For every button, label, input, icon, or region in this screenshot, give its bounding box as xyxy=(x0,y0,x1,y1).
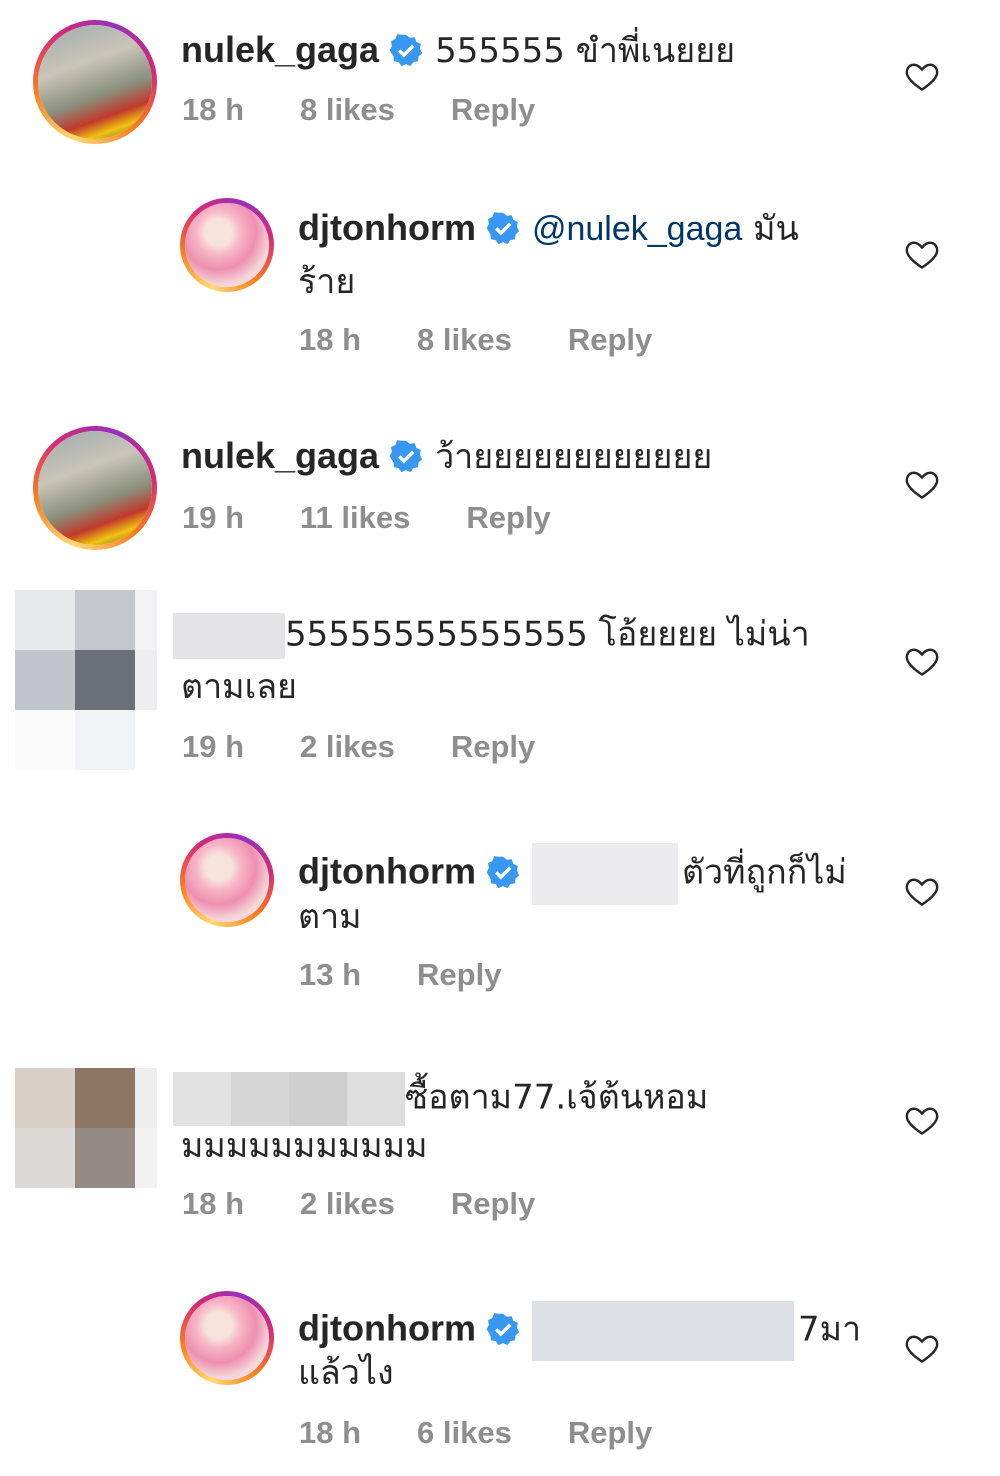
redacted-mention[interactable] xyxy=(531,843,678,905)
heart-outline-icon[interactable] xyxy=(904,1102,940,1138)
reply-button[interactable]: Reply xyxy=(451,92,535,128)
username[interactable]: nulek_gaga xyxy=(181,29,379,70)
heart-outline-icon[interactable] xyxy=(904,236,940,272)
like-count[interactable]: 6 likes xyxy=(417,1415,512,1451)
comment-text: ซื้อตาม77.เจ้ต้นหอม xyxy=(173,1072,708,1126)
verified-badge-icon xyxy=(389,440,423,473)
heart-outline-icon[interactable] xyxy=(904,1330,940,1366)
comment-3: nulek_gaga ว้ายยยยยยยยยยยย 19 h 11 likes Re… xyxy=(0,410,1000,570)
comment-body: 55555555555555 โอ้ยยยย ไม่น่า xyxy=(285,614,810,655)
comment-text-cont: ร้าย xyxy=(298,262,356,302)
comment-meta: 19 h 2 likes Reply xyxy=(182,729,591,765)
comment-text-cont: ตามเลย xyxy=(181,667,297,707)
verified-badge-icon xyxy=(389,34,423,67)
avatar[interactable] xyxy=(180,198,274,292)
reply-button[interactable]: Reply xyxy=(417,957,501,993)
like-count[interactable]: 2 likes xyxy=(300,729,395,765)
comment-text: nulek_gaga ว้ายยยยยยยยยยยย xyxy=(181,435,713,478)
timestamp: 18 h xyxy=(182,1186,245,1221)
heart-outline-icon[interactable] xyxy=(904,466,940,502)
username[interactable]: nulek_gaga xyxy=(181,435,379,476)
comment-text-cont: ตาม xyxy=(298,897,362,937)
avatar[interactable] xyxy=(15,590,157,770)
comment-text: 55555555555555 โอ้ยยยย ไม่น่า xyxy=(173,613,810,659)
reply-button[interactable]: Reply xyxy=(568,1415,652,1451)
mention-link[interactable]: @nulek_gaga xyxy=(532,210,742,248)
comment-text: djtonhorm @nulek_gaga มัน xyxy=(298,207,799,250)
verified-badge-icon xyxy=(486,1312,520,1345)
comment-text: nulek_gaga 555555 ขำพี่เนยยย xyxy=(181,29,736,72)
timestamp: 19 h xyxy=(182,500,245,535)
redacted-username[interactable] xyxy=(173,613,285,659)
redacted-mention[interactable] xyxy=(531,1301,794,1361)
comment-body: 555555 ขำพี่เนยยย xyxy=(435,31,736,71)
comment-body: ว้ายยยยยยยยยยยย xyxy=(435,437,713,477)
comment-meta: 18 h 8 likes Reply xyxy=(182,92,591,128)
comment-text: djtonhorm ตัวที่ถูกก็ไม่ xyxy=(298,843,847,905)
avatar[interactable] xyxy=(15,1068,157,1188)
timestamp: 13 h xyxy=(299,957,362,992)
comment-meta: 13 h Reply xyxy=(299,957,557,993)
comment-text: djtonhorm 7มา xyxy=(298,1301,861,1361)
timestamp: 18 h xyxy=(299,322,362,357)
comment-7: djtonhorm 7มา แล้วไง 18 h 6 likes Reply xyxy=(0,1275,1000,1475)
comment-1: nulek_gaga 555555 ขำพี่เนยยย 18 h 8 likes R… xyxy=(0,0,1000,160)
comment-body: มัน xyxy=(742,209,799,249)
timestamp: 19 h xyxy=(182,729,245,764)
avatar[interactable] xyxy=(33,20,157,144)
comment-6: ซื้อตาม77.เจ้ต้นหอม มมมมมมมมมมม 18 h 2 li… xyxy=(0,1048,1000,1248)
verified-badge-icon xyxy=(486,855,520,888)
timestamp: 18 h xyxy=(182,92,245,127)
comment-5: djtonhorm ตัวที่ถูกก็ไม่ ตาม 13 h Reply xyxy=(0,815,1000,1015)
avatar[interactable] xyxy=(180,833,274,927)
reply-button[interactable]: Reply xyxy=(466,500,550,536)
comment-text-cont: มมมมมมมมมมม xyxy=(181,1126,428,1166)
like-count[interactable]: 11 likes xyxy=(300,500,410,536)
comment-4: 55555555555555 โอ้ยยยย ไม่น่า ตามเลย 19 … xyxy=(0,585,1000,785)
username[interactable]: djtonhorm xyxy=(298,851,476,892)
like-count[interactable]: 8 likes xyxy=(300,92,395,128)
comment-body: 7มา xyxy=(797,1309,862,1350)
like-count[interactable]: 2 likes xyxy=(300,1186,395,1222)
heart-outline-icon[interactable] xyxy=(904,58,940,94)
reply-button[interactable]: Reply xyxy=(451,1186,535,1222)
comment-meta: 18 h 8 likes Reply xyxy=(299,322,708,358)
heart-outline-icon[interactable] xyxy=(904,643,940,679)
comment-body: ตัวที่ถูกก็ไม่ xyxy=(681,852,847,893)
comment-body: ซื้อตาม77.เจ้ต้นหอม xyxy=(405,1077,709,1118)
comment-meta: 18 h 2 likes Reply xyxy=(182,1186,591,1222)
verified-badge-icon xyxy=(486,212,520,245)
comment-meta: 18 h 6 likes Reply xyxy=(299,1415,708,1451)
comment-2: djtonhorm @nulek_gaga มัน ร้าย 18 h 8 like… xyxy=(0,190,1000,380)
reply-button[interactable]: Reply xyxy=(568,322,652,358)
redacted-username[interactable] xyxy=(173,1072,405,1126)
heart-outline-icon[interactable] xyxy=(904,873,940,909)
comment-text-cont: แล้วไง xyxy=(298,1353,394,1393)
reply-button[interactable]: Reply xyxy=(451,729,535,765)
timestamp: 18 h xyxy=(299,1415,362,1450)
username[interactable]: djtonhorm xyxy=(298,207,476,248)
comment-meta: 19 h 11 likes Reply xyxy=(182,500,607,536)
like-count[interactable]: 8 likes xyxy=(417,322,512,358)
username[interactable]: djtonhorm xyxy=(298,1308,476,1349)
avatar[interactable] xyxy=(33,426,157,550)
avatar[interactable] xyxy=(180,1291,274,1385)
